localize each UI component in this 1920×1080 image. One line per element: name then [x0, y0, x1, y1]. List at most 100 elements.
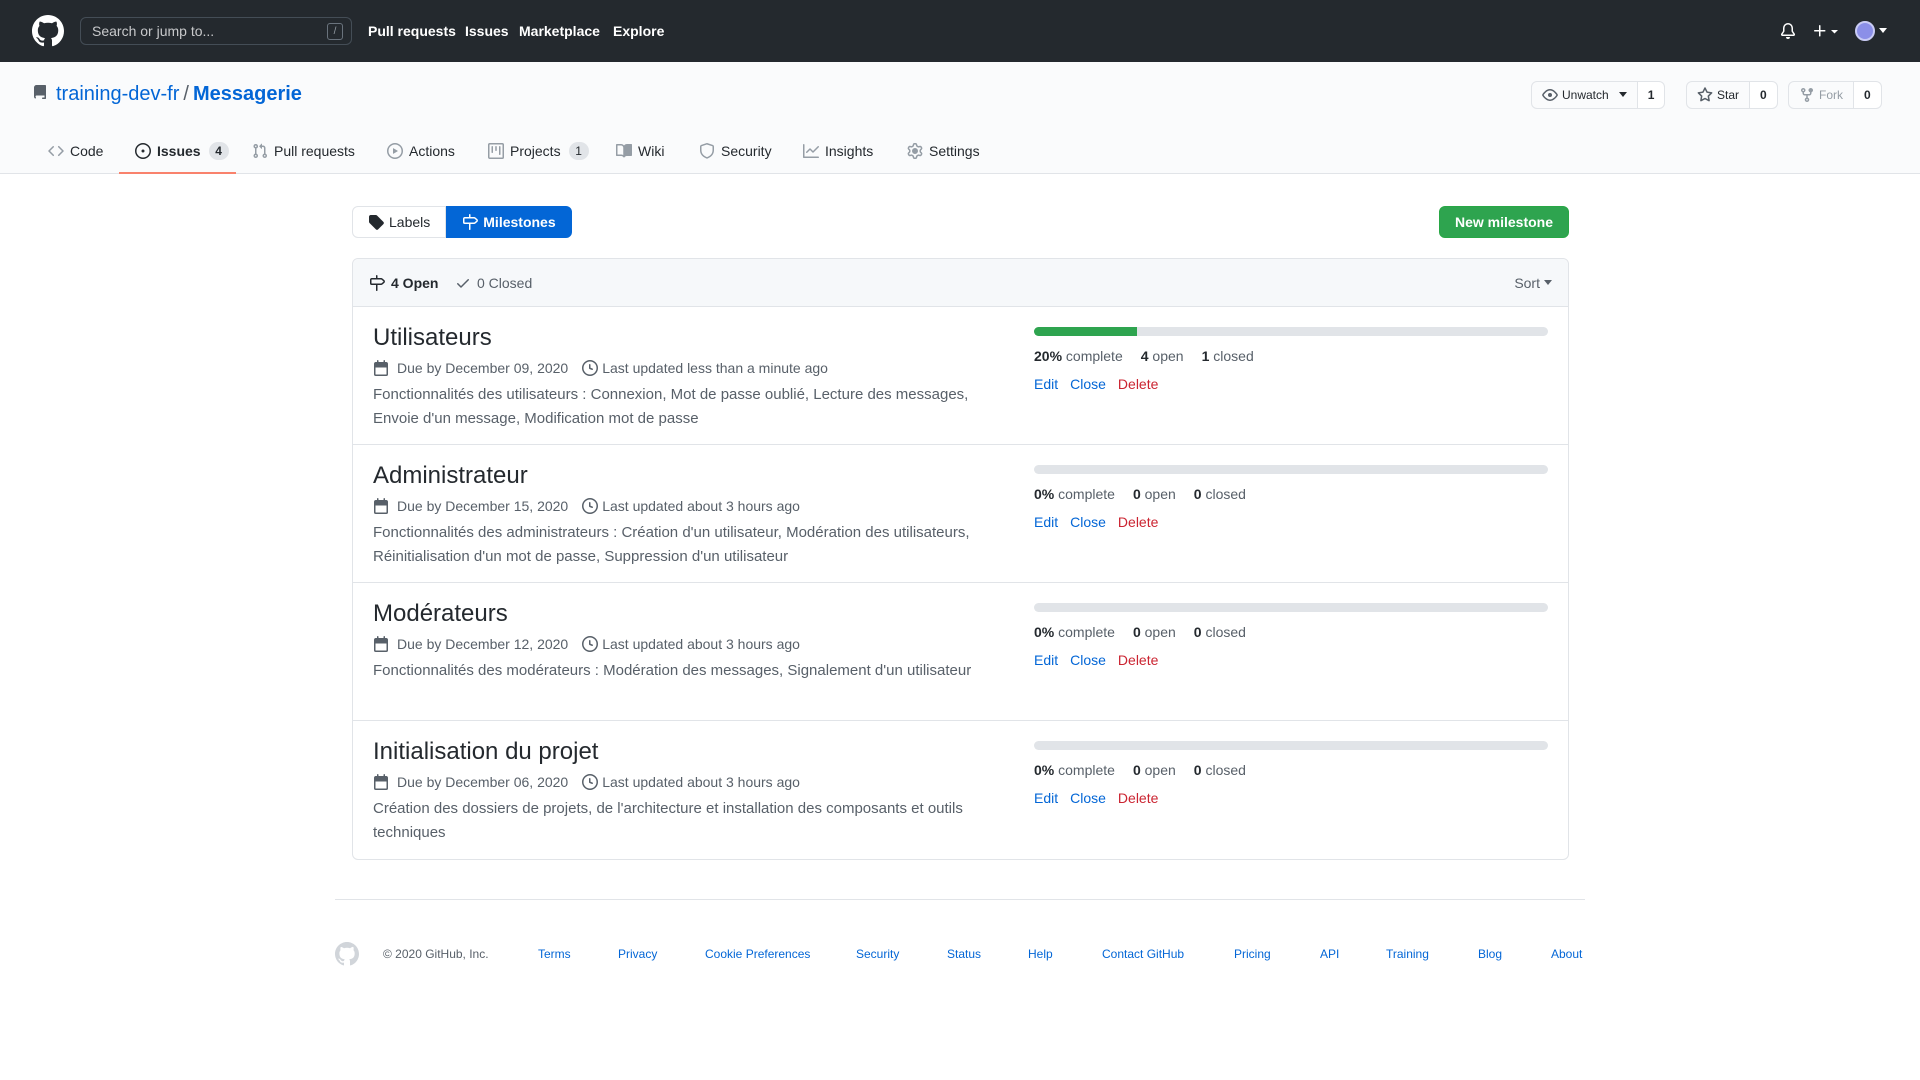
star-button[interactable]: Star: [1686, 81, 1751, 109]
footer-link-contact-github[interactable]: Contact GitHub: [1102, 947, 1184, 961]
labels-milestones-subnav: Labels Milestones: [352, 206, 572, 238]
watch-count[interactable]: 1: [1637, 81, 1666, 109]
tab-label: Pull requests: [274, 143, 355, 159]
edit-link[interactable]: Edit: [1034, 651, 1058, 669]
close-link[interactable]: Close: [1070, 651, 1106, 669]
tab-code[interactable]: Code: [48, 128, 103, 174]
avatar[interactable]: [1855, 21, 1875, 41]
tab-issues[interactable]: Issues 4: [135, 128, 229, 174]
milestone-row: Utilisateurs Due by December 09, 2020 La…: [353, 307, 1568, 445]
footer-link-about[interactable]: About: [1551, 947, 1582, 961]
nav-explore[interactable]: Explore: [613, 22, 664, 40]
caret-down-icon: [1544, 280, 1552, 285]
labels-tab[interactable]: Labels: [352, 206, 447, 238]
milestone-updated-text: Last updated about 3 hours ago: [602, 498, 800, 514]
repo-header: training-dev-fr / Messagerie Unwatch 1 Sta…: [0, 62, 1920, 174]
close-link[interactable]: Close: [1070, 789, 1106, 807]
check-icon: [457, 279, 469, 288]
milestone-title[interactable]: Utilisateurs: [373, 323, 492, 353]
footer-link-training[interactable]: Training: [1386, 947, 1429, 961]
tag-icon: [369, 215, 384, 230]
sort-dropdown[interactable]: Sort: [1514, 275, 1552, 291]
tab-label: Wiki: [638, 143, 665, 159]
close-link[interactable]: Close: [1070, 513, 1106, 531]
footer-link-pricing[interactable]: Pricing: [1234, 947, 1271, 961]
edit-link[interactable]: Edit: [1034, 789, 1058, 807]
milestone-stats: 20% complete 4 open 1 closed: [1034, 347, 1254, 365]
open-count-label: 4 Open: [391, 275, 439, 291]
footer-link-terms[interactable]: Terms: [538, 947, 571, 961]
github-logo-icon[interactable]: [32, 15, 64, 47]
new-milestone-button[interactable]: New milestone: [1439, 206, 1569, 238]
edit-link[interactable]: Edit: [1034, 513, 1058, 531]
closed-milestones-filter[interactable]: 0 Closed: [455, 275, 532, 291]
tab-wiki[interactable]: Wiki: [616, 128, 664, 174]
nav-pull-requests[interactable]: Pull requests: [368, 22, 456, 40]
tab-pull-requests[interactable]: Pull requests: [252, 128, 355, 174]
milestones-tab[interactable]: Milestones: [446, 206, 572, 238]
closed-issues-link[interactable]: 1 closed: [1202, 347, 1254, 365]
milestone-description: Fonctionnalités des administrateurs : Cr…: [373, 524, 970, 565]
footer-link-cookie-preferences[interactable]: Cookie Preferences: [705, 947, 810, 961]
issues-counter: 4: [208, 142, 229, 160]
repo-nav: Code Issues 4 Pull requests Actions Proj…: [0, 128, 1920, 174]
footer-link-help[interactable]: Help: [1028, 947, 1053, 961]
edit-link[interactable]: Edit: [1034, 375, 1058, 393]
delete-link[interactable]: Delete: [1118, 375, 1158, 393]
closed-issues-link[interactable]: 0 closed: [1194, 623, 1246, 641]
milestone-actions: Edit Close Delete: [1034, 651, 1158, 669]
tab-settings[interactable]: Settings: [907, 128, 980, 174]
footer-link-blog[interactable]: Blog: [1478, 947, 1502, 961]
repo-owner-link[interactable]: training-dev-fr: [56, 83, 179, 105]
fork-button[interactable]: Fork: [1788, 81, 1854, 109]
graph-icon: [803, 144, 819, 158]
open-issues-link[interactable]: 0 open: [1133, 623, 1176, 641]
open-issues-link[interactable]: 4 open: [1141, 347, 1184, 365]
footer-link-api[interactable]: API: [1320, 947, 1339, 961]
search-input[interactable]: Search or jump to... /: [80, 17, 352, 45]
github-logo-icon[interactable]: [335, 942, 359, 966]
footer-link-security[interactable]: Security: [856, 947, 899, 961]
bell-icon[interactable]: [1780, 23, 1796, 39]
tab-security[interactable]: Security: [699, 128, 772, 174]
milestone-title[interactable]: Modérateurs: [373, 599, 508, 629]
milestone-title[interactable]: Administrateur: [373, 461, 528, 491]
delete-link[interactable]: Delete: [1118, 651, 1158, 669]
tab-actions[interactable]: Actions: [387, 128, 455, 174]
footer-link-privacy[interactable]: Privacy: [618, 947, 657, 961]
unwatch-button[interactable]: Unwatch: [1531, 81, 1638, 109]
nav-marketplace[interactable]: Marketplace: [519, 22, 600, 40]
milestone-title[interactable]: Initialisation du projet: [373, 737, 598, 767]
unwatch-label: Unwatch: [1562, 88, 1609, 102]
milestone-due-date: Due by December 09, 2020: [397, 360, 569, 376]
milestone-updated: Last updated less than a minute ago: [582, 359, 828, 377]
milestone-description: Fonctionnalités des utilisateurs : Conne…: [373, 386, 969, 427]
percent-complete: 0% complete: [1034, 761, 1115, 779]
calendar-icon: [374, 498, 388, 514]
open-issues-link[interactable]: 0 open: [1133, 485, 1176, 503]
open-label: open: [1152, 348, 1184, 364]
plus-dropdown-icon[interactable]: [1812, 23, 1840, 39]
open-milestones-filter[interactable]: 4 Open: [369, 275, 438, 291]
milestone-meta: Due by December 12, 2020 Last updated ab…: [373, 635, 800, 653]
fork-icon: [1801, 88, 1813, 103]
nav-issues[interactable]: Issues: [465, 22, 509, 40]
footer-link-status[interactable]: Status: [947, 947, 981, 961]
closed-count: 0: [1193, 762, 1202, 778]
fork-count[interactable]: 0: [1854, 81, 1882, 109]
tab-label: Settings: [929, 143, 980, 159]
closed-issues-link[interactable]: 0 closed: [1194, 485, 1246, 503]
tab-insights[interactable]: Insights: [803, 128, 873, 174]
open-issues-link[interactable]: 0 open: [1133, 761, 1176, 779]
star-icon: [1697, 87, 1713, 102]
closed-issues-link[interactable]: 0 closed: [1194, 761, 1246, 779]
repo-name-link[interactable]: Messagerie: [193, 83, 302, 105]
star-count[interactable]: 0: [1750, 81, 1778, 109]
delete-link[interactable]: Delete: [1118, 789, 1158, 807]
milestone-updated: Last updated about 3 hours ago: [582, 497, 800, 515]
delete-link[interactable]: Delete: [1118, 513, 1158, 531]
projects-counter: 1: [568, 142, 589, 160]
close-link[interactable]: Close: [1070, 375, 1106, 393]
percent-value: 0%: [1034, 624, 1055, 640]
tab-projects[interactable]: Projects 1: [488, 128, 589, 174]
